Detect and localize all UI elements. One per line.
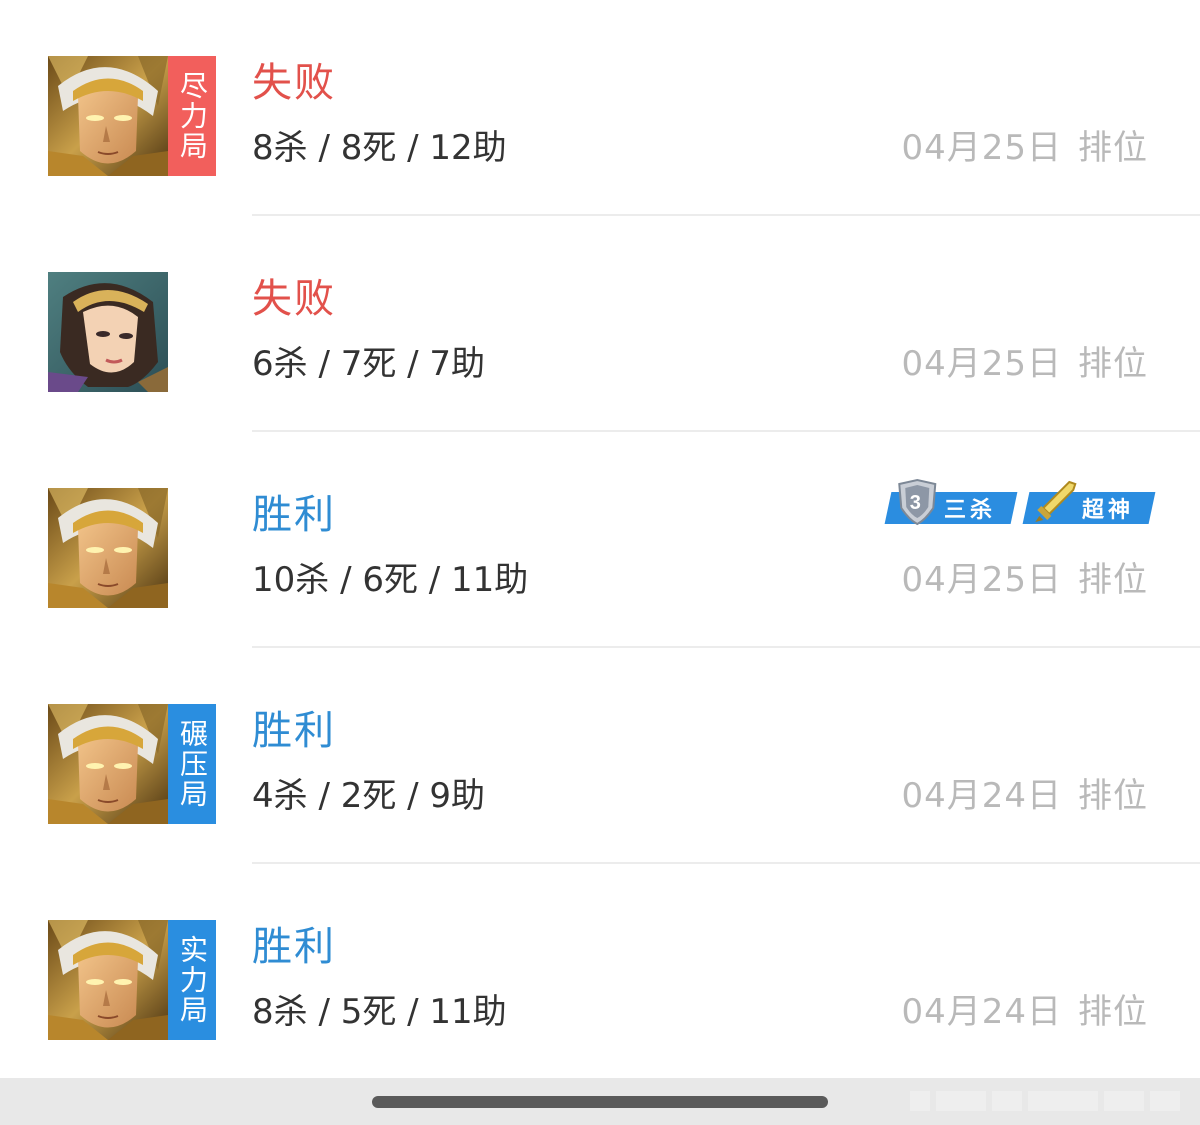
match-mode: 排位 xyxy=(1078,560,1148,600)
shield-3-icon: 3 xyxy=(895,478,939,526)
match-meta: 04月24日 排位 xyxy=(901,990,1148,1034)
kda-stats: 8杀 / 8死 / 12助 xyxy=(252,128,507,168)
sword-icon xyxy=(1033,478,1077,526)
match-meta: 04月25日 排位 xyxy=(901,342,1148,386)
hero-avatar xyxy=(48,920,168,1040)
match-row[interactable]: 胜利 10杀 / 6死 / 11助 04月25日 排位 xyxy=(0,432,1200,648)
match-date: 04月24日 xyxy=(901,992,1062,1032)
match-meta: 04月25日 排位 xyxy=(901,558,1148,602)
match-date: 04月24日 xyxy=(901,776,1062,816)
match-result: 胜利 xyxy=(252,924,336,970)
match-quality-tag: 碾压局 xyxy=(168,704,216,824)
hero-avatar-group: 尽力局 xyxy=(48,56,216,176)
match-result: 失败 xyxy=(252,276,336,322)
match-date: 04月25日 xyxy=(901,560,1062,600)
system-bottom-bar xyxy=(0,1078,1200,1125)
svg-text:3: 3 xyxy=(910,492,925,514)
hero-avatar-group: 碾压局 xyxy=(48,704,216,824)
match-meta: 04月25日 排位 xyxy=(901,126,1148,170)
hero-avatar-group xyxy=(48,488,168,608)
match-result: 胜利 xyxy=(252,492,336,538)
watermark xyxy=(910,1088,1190,1114)
kda-stats: 4杀 / 2死 / 9助 xyxy=(252,776,486,816)
match-row[interactable]: 尽力局 失败 8杀 / 8死 / 12助 04月25日 排位 xyxy=(0,0,1200,216)
hero-avatar-group: 实力局 xyxy=(48,920,216,1040)
match-row[interactable]: 碾压局 胜利 4杀 / 2死 / 9助 04月24日 排位 xyxy=(0,648,1200,864)
match-meta: 04月24日 排位 xyxy=(901,774,1148,818)
hero-avatar xyxy=(48,272,168,392)
badge-label: 超神 xyxy=(1081,498,1134,523)
hero-avatar-group xyxy=(48,272,168,392)
match-history-list: 尽力局 失败 8杀 / 8死 / 12助 04月25日 排位 失败 6杀 / 7死 / 7助… xyxy=(0,0,1200,1078)
match-mode: 排位 xyxy=(1078,992,1148,1032)
kda-stats: 10杀 / 6死 / 11助 xyxy=(252,560,529,600)
hero-avatar xyxy=(48,56,168,176)
match-quality-tag: 实力局 xyxy=(168,920,216,1040)
match-mode: 排位 xyxy=(1078,344,1148,384)
match-date: 04月25日 xyxy=(901,344,1062,384)
achievement-badge: 3 三杀 xyxy=(884,478,1018,526)
match-mode: 排位 xyxy=(1078,128,1148,168)
home-indicator[interactable] xyxy=(372,1096,828,1108)
match-date: 04月25日 xyxy=(901,128,1062,168)
match-row[interactable]: 实力局 胜利 8杀 / 5死 / 11助 04月24日 排位 xyxy=(0,864,1200,1080)
match-result: 失败 xyxy=(252,60,336,106)
kda-stats: 8杀 / 5死 / 11助 xyxy=(252,992,507,1032)
match-row[interactable]: 失败 6杀 / 7死 / 7助 04月25日 排位 xyxy=(0,216,1200,432)
hero-avatar xyxy=(48,488,168,608)
badge-label: 三杀 xyxy=(943,498,996,523)
match-mode: 排位 xyxy=(1078,776,1148,816)
match-result: 胜利 xyxy=(252,708,336,754)
achievement-badge: 超神 xyxy=(1022,480,1156,524)
achievement-badges: 3 三杀 超神 xyxy=(884,478,1156,526)
match-quality-tag: 尽力局 xyxy=(168,56,216,176)
kda-stats: 6杀 / 7死 / 7助 xyxy=(252,344,486,384)
hero-avatar xyxy=(48,704,168,824)
